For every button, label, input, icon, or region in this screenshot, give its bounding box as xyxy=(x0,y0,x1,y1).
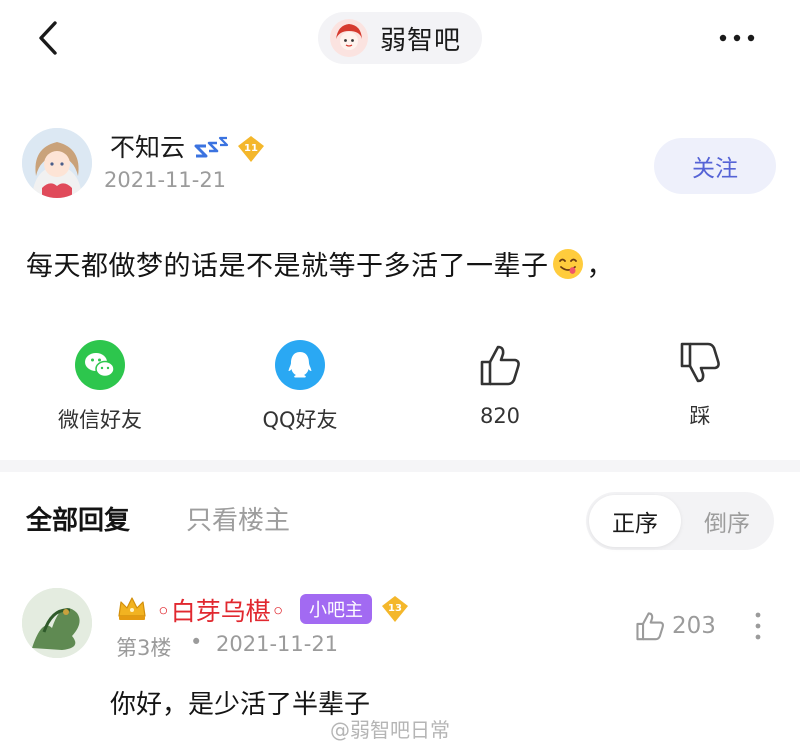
reply-date: 2021-11-21 xyxy=(216,632,339,656)
sort-order-toggle: 正序 倒序 xyxy=(586,492,774,550)
tab-op-only[interactable]: 只看楼主 xyxy=(186,500,290,537)
reply-floor: 第3楼 xyxy=(116,636,172,660)
chevron-left-icon xyxy=(39,21,57,55)
yum-emoji-icon xyxy=(552,249,583,279)
post-text: 每天都做梦的话是不是就等于多活了一辈子 xyxy=(26,251,549,282)
reply-more-button[interactable] xyxy=(744,606,772,646)
reply-author-name[interactable]: ◦白芽乌椹◦ xyxy=(156,592,286,628)
svg-text:13: 13 xyxy=(388,603,402,614)
reply-like-button[interactable]: 203 xyxy=(634,606,718,646)
watermark: @弱智吧日常 xyxy=(330,714,450,743)
sort-ascending-button[interactable]: 正序 xyxy=(589,495,681,547)
follow-button[interactable]: 关注 xyxy=(654,138,776,194)
share-wechat-button[interactable]: 微信好友 xyxy=(25,340,175,432)
reply-avatar[interactable] xyxy=(22,588,92,658)
thumbs-down-icon xyxy=(675,340,725,386)
like-count: 820 xyxy=(479,404,521,428)
thumbs-up-icon xyxy=(475,340,525,390)
post-text-end: ， xyxy=(586,251,614,282)
post-body: 每天都做梦的话是不是就等于多活了一辈子 ， xyxy=(26,244,614,283)
author-avatar[interactable] xyxy=(22,128,92,198)
svg-text:11: 11 xyxy=(244,143,258,154)
reply-level-badge: 13 xyxy=(380,594,410,624)
moderator-badge: 小吧主 xyxy=(300,594,372,624)
sleeping-zzz-icon xyxy=(194,134,230,165)
share-qq-button[interactable]: QQ好友 xyxy=(225,340,375,432)
more-button[interactable] xyxy=(712,20,762,56)
qq-label: QQ好友 xyxy=(262,408,338,432)
dislike-label: 踩 xyxy=(689,404,711,428)
crown-icon xyxy=(116,594,148,622)
reply-like-count: 203 xyxy=(672,613,716,639)
forum-name: 弱智吧 xyxy=(380,25,462,56)
section-divider xyxy=(0,460,800,472)
top-bar: 弱智吧 xyxy=(0,0,800,80)
wechat-icon xyxy=(75,340,125,390)
author-level-badge: 11 xyxy=(236,134,266,164)
forum-header-pill[interactable]: 弱智吧 xyxy=(318,12,482,64)
forum-avatar xyxy=(330,19,368,57)
vertical-dots-icon xyxy=(755,612,761,640)
reply-separator: • xyxy=(190,630,203,654)
wechat-label: 微信好友 xyxy=(58,408,142,432)
sort-descending-button[interactable]: 倒序 xyxy=(682,495,772,547)
author-name[interactable]: 不知云 xyxy=(110,128,185,164)
qq-icon xyxy=(275,340,325,390)
watermark-text: @弱智吧日常 xyxy=(330,718,450,742)
thumbs-up-icon xyxy=(636,612,664,641)
tab-all-replies[interactable]: 全部回复 xyxy=(26,500,130,537)
more-dots-icon xyxy=(719,34,755,42)
back-button[interactable] xyxy=(28,14,68,62)
like-button[interactable]: 820 xyxy=(425,340,575,430)
post-date: 2021-11-21 xyxy=(104,168,227,192)
dislike-button[interactable]: 踩 xyxy=(625,340,775,430)
